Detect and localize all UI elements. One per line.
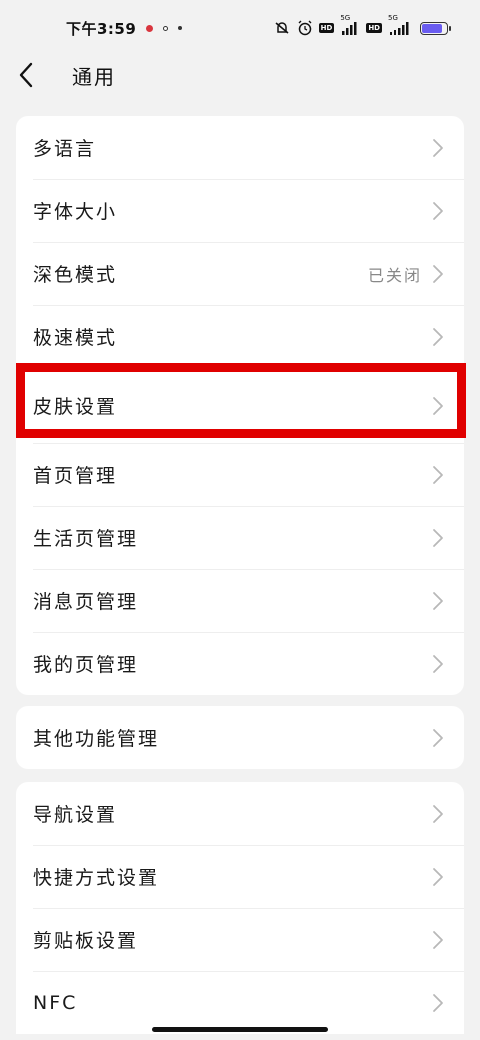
settings-row-my-page[interactable]: 我的页管理: [16, 632, 464, 695]
settings-row-dark-mode[interactable]: 深色模式 已关闭: [16, 242, 464, 305]
status-bar: 下午3:59 HD 5G HD 5G: [0, 0, 480, 56]
settings-row-life-page[interactable]: 生活页管理: [16, 506, 464, 569]
settings-row-other-functions[interactable]: 其他功能管理: [16, 706, 464, 769]
chevron-right-icon: [432, 728, 444, 748]
row-label: 其他功能管理: [33, 728, 160, 750]
mute-icon: [273, 20, 291, 36]
row-label: NFC: [33, 991, 78, 1014]
chevron-right-icon: [432, 528, 444, 548]
settings-row-speed-mode[interactable]: 极速模式: [16, 305, 464, 368]
network-type-1: 5G: [340, 14, 351, 22]
chevron-right-icon: [432, 867, 444, 887]
settings-row-skin[interactable]: 皮肤设置: [16, 368, 464, 443]
chevron-right-icon: [432, 591, 444, 611]
more-notifications-icon: [178, 26, 183, 30]
row-label: 剪贴板设置: [33, 930, 139, 952]
chevron-right-icon: [432, 327, 444, 347]
battery-fill: [422, 23, 443, 33]
dark-mode-status: 已关闭: [367, 265, 422, 285]
status-right: HD 5G HD 5G: [273, 14, 451, 36]
back-button[interactable]: [18, 60, 44, 90]
notification-dot-icon: [163, 25, 169, 31]
row-label: 生活页管理: [33, 528, 139, 550]
status-left: 下午3:59: [66, 18, 183, 39]
settings-row-shortcuts[interactable]: 快捷方式设置: [16, 845, 464, 908]
settings-row-home-page[interactable]: 首页管理: [16, 443, 464, 506]
row-label: 深色模式: [33, 264, 118, 286]
settings-group-other: 其他功能管理: [16, 706, 464, 769]
page-title: 通用: [72, 64, 116, 89]
row-label: 多语言: [33, 138, 97, 160]
chevron-right-icon: [432, 930, 444, 950]
row-label: 导航设置: [33, 804, 118, 826]
row-label: 皮肤设置: [33, 396, 118, 418]
signal-icon-1: 5G: [340, 14, 360, 35]
row-label: 消息页管理: [33, 591, 139, 613]
hd-badge-1: HD: [318, 23, 335, 33]
settings-row-message-page[interactable]: 消息页管理: [16, 569, 464, 632]
battery-icon: [420, 21, 451, 35]
chevron-right-icon: [432, 138, 444, 158]
home-indicator[interactable]: [152, 1027, 328, 1032]
settings-row-font-size[interactable]: 字体大小: [16, 179, 464, 242]
alarm-icon: [297, 20, 313, 36]
settings-row-clipboard[interactable]: 剪贴板设置: [16, 908, 464, 971]
notification-icon: [146, 24, 154, 32]
row-label: 字体大小: [33, 201, 118, 223]
settings-row-nfc[interactable]: NFC: [16, 971, 464, 1034]
chevron-left-icon: [19, 62, 33, 88]
settings-row-navigation[interactable]: 导航设置: [16, 782, 464, 845]
chevron-right-icon: [432, 804, 444, 824]
page-header: 通用: [0, 56, 480, 94]
settings-row-multilanguage[interactable]: 多语言: [16, 116, 464, 179]
chevron-right-icon: [432, 993, 444, 1013]
hd-badge-2: HD: [366, 23, 382, 33]
settings-group-shortcuts: 导航设置 快捷方式设置 剪贴板设置 NFC: [16, 782, 464, 1034]
settings-group-display: 多语言 字体大小 深色模式 已关闭 极速模式 皮肤设置 首页管理 生活页管理 消…: [16, 116, 464, 695]
chevron-right-icon: [432, 654, 444, 674]
chevron-right-icon: [432, 465, 444, 485]
chevron-right-icon: [432, 396, 444, 416]
chevron-right-icon: [432, 201, 444, 221]
row-label: 首页管理: [33, 465, 118, 487]
signal-icon-2: 5G: [388, 14, 414, 35]
row-label: 快捷方式设置: [33, 867, 160, 889]
row-label: 我的页管理: [33, 654, 139, 676]
row-label: 极速模式: [33, 327, 118, 349]
status-time: 下午3:59: [66, 19, 137, 38]
network-type-2: 5G: [388, 14, 398, 22]
chevron-right-icon: [432, 264, 444, 284]
